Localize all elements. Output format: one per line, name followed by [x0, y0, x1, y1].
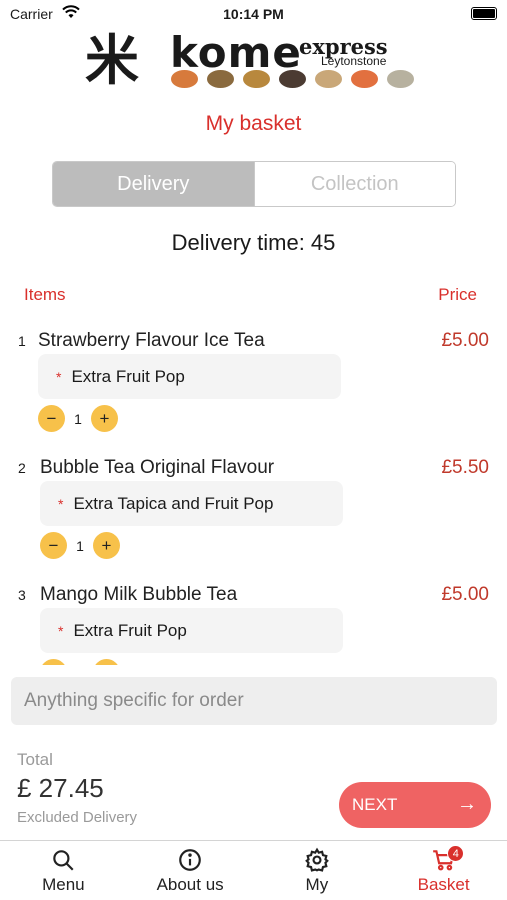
- price-column-header: Price: [438, 285, 477, 304]
- item-name: Mango Milk Bubble Tea: [40, 584, 238, 605]
- delivery-mode-toggle: Delivery Collection: [52, 161, 456, 207]
- quantity-stepper: − 1 +: [40, 659, 120, 665]
- increase-quantity-button[interactable]: +: [91, 405, 118, 432]
- bottom-tab-bar: Menu About us My 4 Basket: [0, 840, 507, 900]
- delivery-time-label: Delivery time: 45: [171, 230, 336, 255]
- item-option: * Extra Fruit Pop: [38, 354, 341, 399]
- tab-delivery[interactable]: Delivery: [53, 162, 254, 206]
- status-bar: Carrier 10:14 PM: [0, 0, 507, 28]
- tab-collection[interactable]: Collection: [253, 162, 455, 206]
- basket-list[interactable]: 1 Strawberry Flavour Ice Tea £5.00 * Ext…: [0, 318, 507, 665]
- required-asterisk-icon: *: [58, 622, 64, 639]
- item-name: Bubble Tea Original Flavour: [40, 457, 275, 478]
- basket-item: 1 Strawberry Flavour Ice Tea £5.00 * Ext…: [0, 318, 507, 445]
- total-label: Total: [17, 750, 53, 769]
- basket-item: 3 Mango Milk Bubble Tea £5.00 * Extra Fr…: [0, 572, 507, 665]
- basket-item: 2 Bubble Tea Original Flavour £5.50 * Ex…: [0, 445, 507, 572]
- arrow-right-icon: →: [457, 793, 477, 815]
- next-button[interactable]: NEXT →: [339, 782, 491, 828]
- search-icon: [53, 850, 74, 871]
- next-button-label: NEXT: [352, 795, 398, 814]
- page-title: My basket: [205, 112, 302, 135]
- battery-icon: [471, 7, 497, 20]
- item-number: 3: [18, 587, 26, 603]
- item-number: 2: [18, 460, 26, 476]
- required-asterisk-icon: *: [56, 368, 62, 385]
- total-note: Excluded Delivery: [17, 809, 138, 826]
- tab-my-label: My: [305, 875, 329, 894]
- tab-basket-label: Basket: [417, 875, 470, 894]
- item-option-label: Extra Fruit Pop: [71, 366, 185, 386]
- order-notes-input[interactable]: Anything specific for order: [11, 677, 497, 725]
- required-asterisk-icon: *: [58, 495, 64, 512]
- logo-location: Leytonstone: [321, 54, 387, 68]
- quantity-value: 1: [75, 665, 85, 666]
- tab-about-us-label: About us: [156, 875, 224, 894]
- total-value: £ 27.45: [17, 773, 104, 803]
- item-name: Strawberry Flavour Ice Tea: [38, 330, 265, 351]
- item-option-label: Extra Fruit Pop: [73, 620, 187, 640]
- item-option: * Extra Fruit Pop: [40, 608, 343, 653]
- items-column-header: Items: [24, 285, 66, 304]
- increase-quantity-button[interactable]: +: [93, 659, 120, 665]
- logo-kanji: 米: [85, 28, 139, 92]
- increase-quantity-button[interactable]: +: [93, 532, 120, 559]
- gear-icon: [304, 847, 329, 872]
- tab-my[interactable]: My: [254, 841, 381, 900]
- quantity-stepper: − 1 +: [38, 405, 118, 432]
- brand-logo: 米 kome express Leytonstone: [85, 28, 425, 96]
- logo-food-illustrations: [171, 70, 414, 88]
- tab-menu-label: Menu: [42, 875, 85, 894]
- decrease-quantity-button[interactable]: −: [40, 659, 67, 665]
- item-option-label: Extra Tapica and Fruit Pop: [73, 493, 274, 513]
- tab-menu[interactable]: Menu: [0, 841, 127, 900]
- item-price: £5.50: [441, 457, 489, 478]
- item-price: £5.00: [441, 330, 489, 351]
- clock: 10:14 PM: [223, 6, 284, 22]
- item-number: 1: [18, 333, 26, 349]
- tab-about-us[interactable]: About us: [127, 841, 254, 900]
- quantity-stepper: − 1 +: [40, 532, 120, 559]
- decrease-quantity-button[interactable]: −: [40, 532, 67, 559]
- item-option: * Extra Tapica and Fruit Pop: [40, 481, 343, 526]
- basket-count-badge: 4: [447, 845, 465, 862]
- quantity-value: 1: [74, 410, 82, 427]
- item-price: £5.00: [441, 584, 489, 605]
- info-icon: [179, 849, 201, 871]
- quantity-value: 1: [76, 537, 84, 554]
- tab-basket[interactable]: 4 Basket: [380, 841, 507, 900]
- decrease-quantity-button[interactable]: −: [38, 405, 65, 432]
